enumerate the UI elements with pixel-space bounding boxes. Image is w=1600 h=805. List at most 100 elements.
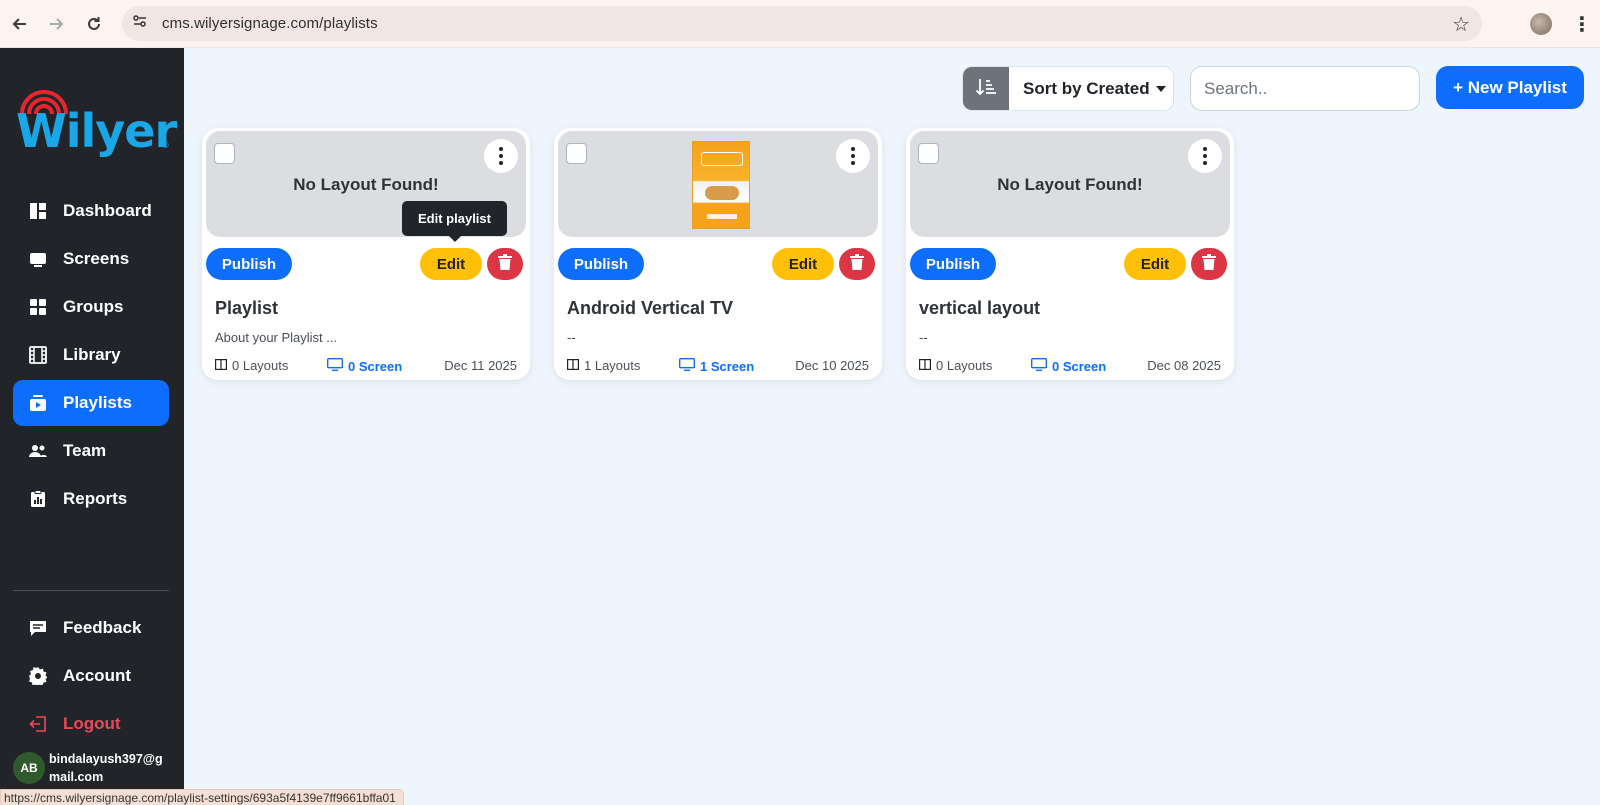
- sidebar-item-reports[interactable]: Reports: [13, 476, 169, 522]
- browser-profile-avatar[interactable]: [1530, 13, 1552, 35]
- sidebar-nav: Dashboard Screens Groups Library Playlis…: [13, 188, 169, 524]
- playlist-description: --: [567, 330, 576, 345]
- sort-direction-button[interactable]: [963, 67, 1009, 110]
- trash-icon: [498, 253, 512, 275]
- card-menu-icon[interactable]: [836, 139, 870, 173]
- layout-preview[interactable]: No Layout Found!: [910, 131, 1230, 237]
- dashboard-icon: [29, 202, 47, 220]
- monitor-icon: [326, 357, 348, 374]
- playlist-card[interactable]: No Layout Found! Publish Edit vertical l…: [906, 128, 1234, 380]
- layout-thumbnail[interactable]: [692, 141, 750, 229]
- browser-toolbar: cms.wilyersignage.com/playlists ☆ ⋮: [0, 0, 1600, 48]
- clipboard-icon: [29, 490, 47, 508]
- delete-button[interactable]: [839, 248, 875, 280]
- sidebar-item-label: Dashboard: [63, 201, 152, 220]
- sidebar-item-screens[interactable]: Screens: [13, 236, 169, 282]
- layout-icon: [567, 358, 584, 373]
- url-text: cms.wilyersignage.com/playlists: [162, 15, 378, 32]
- screens-count-text: 0 Screen: [348, 358, 403, 374]
- bookmark-star-icon[interactable]: ☆: [1452, 12, 1470, 37]
- screens-link[interactable]: 1 Screen: [678, 357, 755, 374]
- select-checkbox[interactable]: [214, 143, 235, 164]
- playlist-description: About your Playlist ...: [215, 330, 338, 345]
- browser-menu-icon[interactable]: ⋮: [1572, 12, 1592, 37]
- layouts-count-text: 0 Layouts: [936, 358, 993, 373]
- playlist-card[interactable]: No Layout Found! Publish Edit Playlist A…: [202, 128, 530, 380]
- created-date: Dec 08 2025: [1147, 358, 1221, 373]
- sidebar-item-label: Groups: [63, 297, 124, 316]
- new-playlist-button[interactable]: + New Playlist: [1436, 66, 1584, 109]
- feedback-icon: [29, 619, 47, 637]
- layout-preview[interactable]: [558, 131, 878, 237]
- preview-empty-text: No Layout Found!: [997, 175, 1143, 194]
- publish-button[interactable]: Publish: [910, 248, 996, 280]
- sidebar-item-label: Account: [63, 666, 131, 685]
- back-icon[interactable]: [2, 6, 38, 42]
- playlist-title: vertical layout: [919, 298, 1041, 318]
- sort-dropdown[interactable]: Sort by Created: [1009, 67, 1173, 110]
- site-settings-icon[interactable]: [132, 13, 148, 34]
- preview-empty-text: No Layout Found!: [293, 175, 439, 194]
- card-menu-icon[interactable]: [484, 139, 518, 173]
- layouts-count: 0 Layouts: [215, 358, 288, 373]
- sidebar-item-label: Screens: [63, 249, 130, 268]
- logo-text: Wilyer: [16, 104, 177, 158]
- sort-label: Sort by Created: [1023, 78, 1150, 98]
- logout-icon: [29, 715, 47, 733]
- sort-ascending-icon: [975, 77, 997, 102]
- sidebar-item-team[interactable]: Team: [13, 428, 169, 474]
- logo-registered-mark: ®: [162, 140, 169, 150]
- sidebar-item-feedback[interactable]: Feedback: [13, 605, 169, 651]
- layouts-count: 1 Layouts: [567, 358, 640, 373]
- screens-count-text: 1 Screen: [700, 358, 755, 374]
- wilyer-logo[interactable]: Wilyer ®: [14, 82, 177, 162]
- team-icon: [29, 442, 47, 460]
- layouts-count-text: 1 Layouts: [584, 358, 641, 373]
- sort-control: Sort by Created: [962, 66, 1174, 111]
- publish-button[interactable]: Publish: [558, 248, 644, 280]
- layout-icon: [215, 358, 232, 373]
- screens-link[interactable]: 0 Screen: [1030, 357, 1107, 374]
- edit-button[interactable]: Edit: [420, 248, 482, 280]
- sidebar-item-playlists[interactable]: Playlists: [13, 380, 169, 426]
- forward-icon[interactable]: [38, 6, 74, 42]
- address-bar[interactable]: cms.wilyersignage.com/playlists ☆: [122, 6, 1482, 41]
- sidebar-divider: [13, 590, 169, 591]
- sidebar-item-label: Reports: [63, 489, 128, 508]
- publish-button[interactable]: Publish: [206, 248, 292, 280]
- edit-button[interactable]: Edit: [772, 248, 834, 280]
- delete-button[interactable]: [487, 248, 523, 280]
- created-date: Dec 11 2025: [444, 358, 517, 373]
- select-checkbox[interactable]: [566, 143, 587, 164]
- playlist-title: Playlist: [215, 298, 279, 318]
- avatar: AB: [13, 752, 45, 784]
- sidebar-item-label: Playlists: [63, 393, 132, 412]
- trash-icon: [850, 253, 864, 275]
- trash-icon: [1202, 253, 1216, 275]
- monitor-icon: [1030, 357, 1052, 374]
- screens-link[interactable]: 0 Screen: [326, 357, 403, 374]
- edit-button[interactable]: Edit: [1124, 248, 1186, 280]
- sidebar-item-library[interactable]: Library: [13, 332, 169, 378]
- edit-tooltip: Edit playlist: [402, 201, 507, 236]
- select-checkbox[interactable]: [918, 143, 939, 164]
- search-input[interactable]: [1190, 66, 1420, 111]
- screens-count-text: 0 Screen: [1052, 358, 1107, 374]
- sidebar-item-dashboard[interactable]: Dashboard: [13, 188, 169, 234]
- sidebar-item-label: Team: [63, 441, 107, 460]
- sidebar-item-groups[interactable]: Groups: [13, 284, 169, 330]
- status-bar-url: https://cms.wilyersignage.com/playlist-s…: [0, 789, 404, 805]
- monitor-icon: [678, 357, 700, 374]
- user-profile[interactable]: AB bindalayush397@gmail.com: [13, 750, 173, 786]
- playlist-icon: [29, 394, 47, 412]
- playlist-card[interactable]: Publish Edit Android Vertical TV -- 1 La…: [554, 128, 882, 380]
- sidebar-item-logout[interactable]: Logout: [13, 701, 169, 747]
- reload-icon[interactable]: [76, 6, 112, 42]
- monitor-icon: [29, 250, 47, 268]
- sidebar-secondary-nav: Feedback Account Logout: [13, 605, 169, 749]
- sidebar-item-account[interactable]: Account: [13, 653, 169, 699]
- card-menu-icon[interactable]: [1188, 139, 1222, 173]
- delete-button[interactable]: [1191, 248, 1227, 280]
- playlist-description: --: [919, 330, 928, 345]
- playlist-meta: 0 Layouts 0 Screen Dec 08 2025: [919, 357, 1221, 376]
